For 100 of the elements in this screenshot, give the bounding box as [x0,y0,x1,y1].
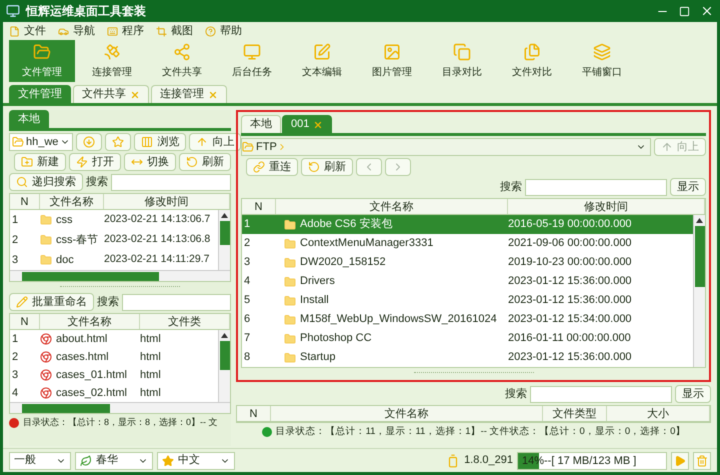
toolbar-button[interactable]: 刷新 [179,153,231,171]
layers-icon [593,42,611,60]
forward-button[interactable] [385,158,411,176]
table-cell-text: 2016-01-11 00:00:00.000 [508,331,631,346]
menu-item[interactable]: 文件 [9,22,46,40]
dropdown[interactable]: 春华 [75,452,153,470]
table-cell-text: html [140,350,161,365]
column-header[interactable]: 大小 [607,406,710,421]
horizontal-scrollbar[interactable] [10,270,230,281]
table-row[interactable]: 3 cases_01.html html [10,366,218,384]
table-row[interactable]: 1 Adobe CS6 安装包 2016-05-19 00:00:00.000 [242,215,693,234]
table-row[interactable]: 4 Drivers 2023-01-12 15:36:00.000 [242,272,693,291]
table-row[interactable]: 1 about.html html [10,330,218,348]
download-button[interactable] [76,133,102,151]
toolbar-button[interactable]: 文本编辑 [289,40,355,82]
toolbar-button[interactable]: 新建 [14,153,66,171]
table-row[interactable]: 3 doc 2023-02-21 14:11:29.7 [10,250,218,270]
recursive-search-button[interactable]: 递归搜索 [9,173,83,191]
search-field[interactable] [122,294,231,310]
toolbar-button[interactable]: 后台任务 [219,40,285,82]
column-header[interactable]: N [10,194,40,209]
table-cell-text: doc [56,252,74,268]
toolbar-button[interactable]: 文件管理 [9,40,75,82]
column-header[interactable]: 文件类 [140,314,230,329]
column-header[interactable]: 修改时间 [508,199,705,214]
table-row[interactable]: 7 Photoshop CC 2016-01-11 00:00:00.000 [242,329,693,348]
table-row[interactable]: 4 cases_02.html html [10,384,218,402]
column-header[interactable]: 文件类型 [543,406,607,421]
dropdown[interactable]: 中文 [157,452,235,470]
folder-icon [284,314,296,326]
favorite-button[interactable] [105,133,132,151]
column-header[interactable]: 修改时间 [104,194,230,209]
close-icon[interactable] [700,4,714,18]
toolbar-button[interactable]: 打开 [69,153,121,171]
search-label: 搜索 [500,180,522,195]
menu-item[interactable]: 截图 [156,22,193,40]
tab[interactable]: 连接管理 [151,85,227,103]
table-cell-text: Install [300,293,329,308]
column-header[interactable]: 文件名称 [40,314,140,329]
vertical-scrollbar[interactable] [218,330,230,402]
table-row[interactable]: 8 Startup 2023-01-12 15:36:00.000 [242,348,693,367]
files-icon [523,42,541,60]
table-row[interactable]: 2 cases.html html [10,348,218,366]
reconnect-button[interactable]: 重连 [246,158,298,176]
search-field[interactable] [530,386,672,402]
search-icon [16,176,28,188]
horizontal-scrollbar[interactable] [10,402,230,413]
table-row[interactable]: 3 DW2020_158152 2019-10-23 00:00:00.000 [242,253,693,272]
help-icon [205,26,216,36]
scroll-up-arrow-icon[interactable] [221,213,228,218]
toolbar-button[interactable]: 连接管理 [79,40,145,82]
image-icon [383,42,401,60]
monitor-icon [243,42,261,60]
path-dropdown[interactable]: hh_we [9,133,74,151]
scroll-up-arrow-icon[interactable] [696,218,703,223]
back-button[interactable] [356,158,382,176]
tab[interactable]: 文件管理 [9,85,71,103]
column-header[interactable]: 文件名称 [276,199,508,214]
menu-item[interactable]: 程序 [107,22,144,40]
tab[interactable]: 本地 [9,110,49,128]
vertical-scrollbar[interactable] [693,215,705,367]
search-field[interactable] [525,178,667,196]
table-cell-text: html [140,332,161,347]
scroll-up-arrow-icon[interactable] [221,333,228,338]
table-cell-text: 5 [243,293,252,308]
tab[interactable]: 001 [282,115,332,133]
menu-item[interactable]: 导航 [58,22,95,40]
play-button[interactable] [671,452,689,470]
column-header[interactable]: N [242,199,276,214]
tab[interactable]: 文件共享 [73,85,149,103]
column-header[interactable]: N [237,406,271,421]
dropdown[interactable]: 一般 [9,452,71,470]
browse-button[interactable]: 浏览 [134,133,186,151]
toolbar-button[interactable]: 图片管理 [359,40,425,82]
table-row[interactable]: 6 M158f_WebUp_WindowsSW_20161024 2023-01-12 15:34:00.000 [242,310,693,329]
toolbar-button[interactable]: 目录对比 [429,40,495,82]
maximize-icon[interactable] [679,6,690,16]
vertical-scrollbar[interactable] [218,210,230,270]
table-cell-text: 2019-10-23 00:00:00.000 [508,255,632,270]
table-row[interactable]: 1 css 2023-02-21 14:13:06.7 [10,210,218,230]
table-row[interactable]: 5 Install 2023-01-12 15:36:00.000 [242,291,693,310]
tab[interactable]: 本地 [241,115,281,133]
path-dropdown[interactable]: FTP [241,138,651,156]
column-header[interactable]: 文件名称 [40,194,104,209]
batch-rename-button[interactable]: 批量重命名 [9,293,94,311]
search-field[interactable] [111,174,231,190]
menu-item[interactable]: 帮助 [205,22,242,40]
show-button[interactable]: 显示 [675,385,711,403]
show-button[interactable]: 显示 [670,178,706,196]
table-row[interactable]: 2 css-春节 2023-02-21 14:13:06.8 [10,230,218,250]
refresh-button[interactable]: 刷新 [301,158,353,176]
column-header[interactable]: 文件名称 [271,406,543,421]
delete-button[interactable] [693,452,711,470]
folder-icon [284,238,296,250]
toolbar-button[interactable]: 文件共享 [149,40,215,82]
toolbar-button[interactable]: 文件对比 [499,40,565,82]
toolbar-button[interactable]: 平铺窗口 [569,40,635,82]
toolbar-button[interactable]: 切换 [124,153,176,171]
column-header[interactable]: N [10,314,40,329]
table-row[interactable]: 2 ContextMenuManager3331 2021-09-06 00:00:00.000 [242,234,693,253]
